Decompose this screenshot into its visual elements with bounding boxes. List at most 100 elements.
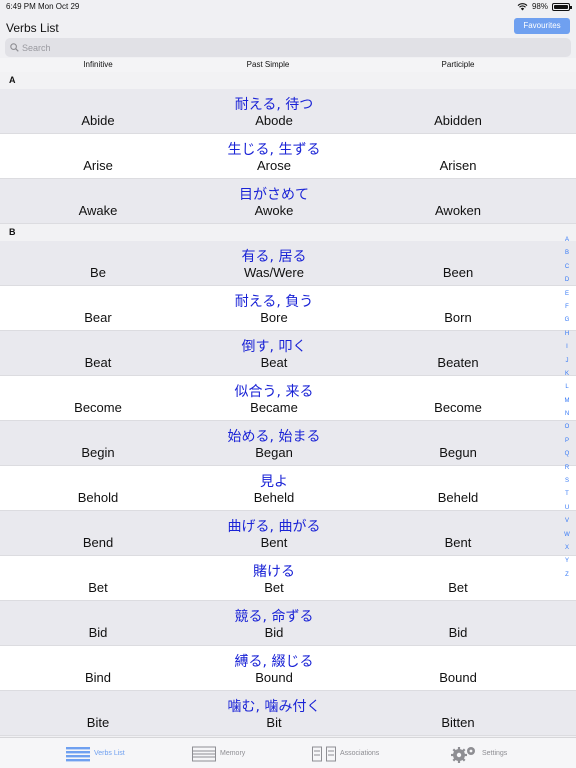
verb-row[interactable]: 見よ Behold Beheld Beheld bbox=[0, 466, 576, 511]
past-simple-cell: Began bbox=[255, 445, 293, 460]
battery-percent: 98% bbox=[531, 2, 548, 11]
index-letter[interactable]: Y bbox=[565, 555, 569, 568]
list-icon bbox=[66, 746, 90, 761]
verb-row[interactable]: 耐える, 待つ Abide Abode Abidden bbox=[0, 89, 576, 134]
index-letter[interactable]: E bbox=[565, 288, 569, 301]
past-simple-cell: Bet bbox=[264, 580, 284, 595]
index-letter[interactable]: T bbox=[565, 488, 569, 501]
past-simple-cell: Was/Were bbox=[244, 265, 304, 280]
past-simple-cell: Beat bbox=[260, 355, 288, 370]
participle-cell: Arisen bbox=[439, 158, 477, 173]
battery-fill bbox=[554, 4, 568, 9]
verb-row[interactable]: 似合う, 来る Become Became Become bbox=[0, 376, 576, 421]
past-simple-cell: Bid bbox=[264, 625, 284, 640]
column-header-past-simple: Past Simple bbox=[246, 60, 290, 69]
status-date: Mon Oct 29 bbox=[38, 2, 80, 11]
tab-label-verbs-list: Verbs List bbox=[94, 750, 125, 757]
index-letter[interactable]: C bbox=[565, 261, 569, 274]
battery-icon bbox=[552, 2, 572, 11]
verb-row[interactable]: 曲げる, 曲がる Bend Bent Bent bbox=[0, 511, 576, 556]
verb-row[interactable]: 賭ける Bet Bet Bet bbox=[0, 556, 576, 601]
index-letter[interactable]: P bbox=[565, 435, 569, 448]
participle-cell: Awoken bbox=[434, 203, 482, 218]
column-headers: Infinitive Past Simple Participle bbox=[0, 58, 576, 72]
search-input[interactable] bbox=[22, 40, 562, 55]
gear-icon bbox=[451, 746, 475, 763]
index-letter[interactable]: S bbox=[565, 475, 569, 488]
infinitive-cell: Bind bbox=[84, 670, 112, 685]
index-letter[interactable]: W bbox=[564, 529, 570, 542]
verb-row[interactable]: 倒す, 叩く Beat Beat Beaten bbox=[0, 331, 576, 376]
search-bar[interactable] bbox=[5, 38, 571, 57]
index-letter[interactable]: B bbox=[565, 247, 569, 260]
past-simple-cell: Bound bbox=[255, 670, 293, 685]
japanese-translation: 似合う, 来る bbox=[234, 384, 314, 400]
verb-row[interactable]: 生じる, 生ずる Arise Arose Arisen bbox=[0, 134, 576, 179]
tab-label-memory: Memory bbox=[220, 750, 246, 757]
favourites-button[interactable]: Favourites bbox=[514, 18, 570, 34]
infinitive-cell: Awake bbox=[78, 203, 118, 218]
index-letter[interactable]: J bbox=[566, 355, 569, 368]
infinitive-cell: Abide bbox=[81, 113, 115, 128]
verb-row[interactable]: 競る, 命ずる Bid Bid Bid bbox=[0, 601, 576, 646]
tab-bar: Verbs List Memory Associations Settings bbox=[0, 737, 576, 768]
verb-list[interactable]: A 耐える, 待つ Abide Abode Abidden 生じる, 生ずる Arise Ar… bbox=[0, 72, 576, 737]
verb-row[interactable]: 目がさめて Awake Awoke Awoken bbox=[0, 179, 576, 224]
status-bar: 6:49 PM Mon Oct 29 98% bbox=[0, 0, 576, 14]
tab-associations[interactable]: Associations bbox=[312, 738, 379, 768]
tab-label-settings: Settings bbox=[482, 750, 508, 757]
index-letter[interactable]: N bbox=[565, 408, 569, 421]
tab-verbs-list[interactable]: Verbs List bbox=[66, 738, 125, 768]
index-letter[interactable]: R bbox=[565, 462, 569, 475]
infinitive-cell: Bite bbox=[86, 715, 110, 730]
japanese-translation: 曲げる, 曲がる bbox=[227, 519, 321, 535]
japanese-translation: 有る, 居る bbox=[241, 249, 307, 265]
participle-cell: Bitten bbox=[441, 715, 475, 730]
wifi-icon bbox=[517, 2, 528, 10]
status-right: 98% bbox=[517, 2, 572, 11]
index-letter[interactable]: M bbox=[565, 395, 570, 408]
participle-cell: Begun bbox=[439, 445, 477, 460]
index-letter[interactable]: D bbox=[565, 274, 569, 287]
index-letter[interactable]: O bbox=[565, 421, 570, 434]
index-letter[interactable]: F bbox=[565, 301, 569, 314]
infinitive-cell: Arise bbox=[83, 158, 113, 173]
alphabet-index[interactable]: ABCDEFGHIJKLMNOPQRSTUVWXYZ bbox=[561, 234, 573, 582]
verb-row[interactable]: 縛る, 綴じる Bind Bound Bound bbox=[0, 646, 576, 691]
japanese-translation: 賭ける bbox=[253, 564, 295, 580]
column-header-infinitive: Infinitive bbox=[83, 60, 113, 69]
tab-settings[interactable]: Settings bbox=[450, 738, 507, 768]
verb-row[interactable]: 噛む, 噛み付く Bite Bit Bitten bbox=[0, 691, 576, 736]
tab-memory[interactable]: Memory bbox=[192, 738, 245, 768]
japanese-translation: 目がさめて bbox=[239, 187, 309, 203]
participle-cell: Born bbox=[444, 310, 472, 325]
participle-cell: Bid bbox=[448, 625, 468, 640]
japanese-translation: 噛む, 噛み付く bbox=[227, 699, 321, 715]
infinitive-cell: Bid bbox=[88, 625, 108, 640]
index-letter[interactable]: G bbox=[565, 314, 570, 327]
participle-cell: Abidden bbox=[434, 113, 482, 128]
navigation-bar: Verbs List Favourites bbox=[0, 14, 576, 38]
verb-row[interactable]: 耐える, 負う Bear Bore Born bbox=[0, 286, 576, 331]
past-simple-cell: Bent bbox=[260, 535, 288, 550]
index-letter[interactable]: Q bbox=[565, 448, 570, 461]
infinitive-cell: Begin bbox=[81, 445, 115, 460]
index-letter[interactable]: Z bbox=[565, 569, 569, 582]
index-letter[interactable]: U bbox=[565, 502, 569, 515]
verb-row[interactable]: 有る, 居る Be Was/Were Been bbox=[0, 241, 576, 286]
index-letter[interactable]: X bbox=[565, 542, 569, 555]
index-letter[interactable]: K bbox=[565, 368, 569, 381]
page-title: Verbs List bbox=[6, 21, 59, 35]
index-letter[interactable]: A bbox=[565, 234, 569, 247]
column-header-participle: Participle bbox=[441, 60, 475, 69]
past-simple-cell: Awoke bbox=[254, 203, 294, 218]
participle-cell: Been bbox=[442, 265, 474, 280]
participle-cell: Become bbox=[434, 400, 482, 415]
index-letter[interactable]: L bbox=[565, 381, 568, 394]
index-letter[interactable]: H bbox=[565, 328, 569, 341]
verb-row[interactable]: 始める, 始まる Begin Began Begun bbox=[0, 421, 576, 466]
section-header: A bbox=[0, 72, 576, 89]
index-letter[interactable]: I bbox=[566, 341, 568, 354]
index-letter[interactable]: V bbox=[565, 515, 569, 528]
infinitive-cell: Behold bbox=[77, 490, 119, 505]
